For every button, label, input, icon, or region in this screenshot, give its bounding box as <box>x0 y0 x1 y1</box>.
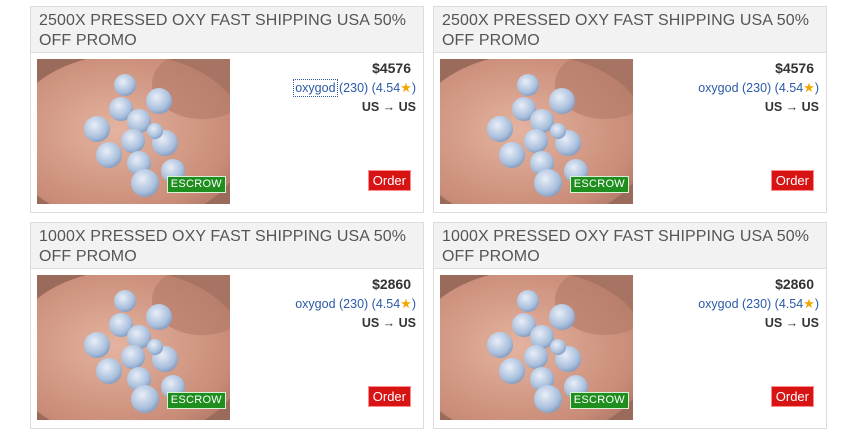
order-button[interactable]: Order <box>367 386 411 407</box>
star-icon: ★ <box>400 80 412 95</box>
shipping-route: US → US <box>764 316 819 330</box>
listing-title[interactable]: 1000X PRESSED OXY FAST SHIPPING USA 50% … <box>434 223 826 269</box>
price: $2860 <box>372 276 411 292</box>
vendor-stats-close: ) <box>814 81 819 95</box>
vendor-link[interactable]: oxygod <box>293 79 338 97</box>
vendor-stats-close: ) <box>411 81 416 95</box>
price: $4576 <box>775 60 814 76</box>
escrow-badge: ESCROW <box>166 176 226 193</box>
price: $4576 <box>372 60 411 76</box>
shipping-route: US → US <box>361 316 416 330</box>
order-button[interactable]: Order <box>770 170 814 191</box>
listing-card[interactable]: 1000X PRESSED OXY FAST SHIPPING USA 50% … <box>433 222 827 429</box>
vendor-info: oxygod (230) (4.54★) <box>293 79 416 97</box>
star-icon: ★ <box>803 80 815 95</box>
vendor-info: oxygod (230) (4.54★) <box>295 296 416 312</box>
price: $2860 <box>775 276 814 292</box>
star-icon: ★ <box>400 296 412 311</box>
vendor-stats-close: ) <box>814 297 819 311</box>
star-icon: ★ <box>803 296 815 311</box>
escrow-badge: ESCROW <box>569 176 629 193</box>
listing-card[interactable]: 2500X PRESSED OXY FAST SHIPPING USA 50% … <box>30 6 424 213</box>
product-image[interactable]: ESCROW <box>37 275 230 420</box>
product-image[interactable]: ESCROW <box>440 59 633 204</box>
listing-card[interactable]: 1000X PRESSED OXY FAST SHIPPING USA 50% … <box>30 222 424 429</box>
vendor-stats: (230) (4.54 <box>738 81 804 95</box>
vendor-link[interactable]: oxygod <box>295 297 335 311</box>
vendor-stats: (230) (4.54 <box>335 81 401 95</box>
listing-title[interactable]: 1000X PRESSED OXY FAST SHIPPING USA 50% … <box>31 223 423 269</box>
escrow-badge: ESCROW <box>569 392 629 409</box>
shipping-route: US → US <box>764 100 819 114</box>
product-image[interactable]: ESCROW <box>37 59 230 204</box>
listing-title[interactable]: 2500X PRESSED OXY FAST SHIPPING USA 50% … <box>31 7 423 53</box>
vendor-info: oxygod (230) (4.54★) <box>698 80 819 96</box>
product-image[interactable]: ESCROW <box>440 275 633 420</box>
vendor-stats: (230) (4.54 <box>335 297 401 311</box>
vendor-stats: (230) (4.54 <box>738 297 804 311</box>
escrow-badge: ESCROW <box>166 392 226 409</box>
listing-title[interactable]: 2500X PRESSED OXY FAST SHIPPING USA 50% … <box>434 7 826 53</box>
vendor-link[interactable]: oxygod <box>698 297 738 311</box>
vendor-stats-close: ) <box>411 297 416 311</box>
vendor-link[interactable]: oxygod <box>698 81 738 95</box>
listing-card[interactable]: 2500X PRESSED OXY FAST SHIPPING USA 50% … <box>433 6 827 213</box>
shipping-route: US → US <box>361 100 416 114</box>
order-button[interactable]: Order <box>770 386 814 407</box>
order-button[interactable]: Order <box>367 170 411 191</box>
vendor-info: oxygod (230) (4.54★) <box>698 296 819 312</box>
